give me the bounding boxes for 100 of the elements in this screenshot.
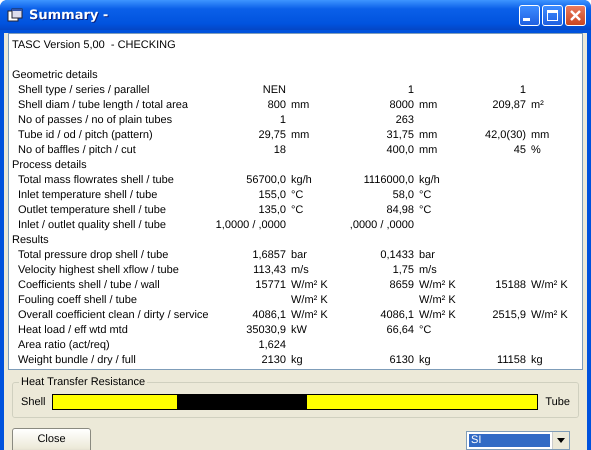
value-text: 1,75	[392, 264, 414, 276]
value-text: 1	[520, 84, 526, 96]
unit-text: °C	[291, 204, 304, 216]
minimize-button[interactable]	[519, 4, 540, 26]
value-text: 263	[396, 114, 414, 126]
value-text: 4086,1	[252, 309, 286, 321]
value-text: 84,98	[386, 204, 414, 216]
value-text: 1	[408, 84, 414, 96]
value-text: 1	[280, 114, 286, 126]
unit-text: mm	[291, 99, 310, 111]
unit-text: mm	[531, 129, 550, 141]
row-label: Total mass flowrates shell / tube	[18, 174, 174, 186]
value-text: 155,0	[258, 189, 286, 201]
value-text: 2130	[262, 354, 286, 366]
unit-text: mm	[419, 99, 438, 111]
shell-label: Shell	[21, 396, 46, 408]
value-text: 8659	[390, 279, 414, 291]
unit-text: mm	[291, 129, 310, 141]
value-text: 8000	[390, 99, 414, 111]
value-text: 15188	[495, 279, 526, 291]
version-text: TASC Version 5,00 - CHECKING	[12, 38, 176, 53]
row-label: Weight bundle / dry / full	[18, 354, 136, 366]
row-label: Shell diam / tube length / total area	[18, 99, 188, 111]
row-label: Total pressure drop shell / tube	[18, 249, 168, 261]
value-text: 29,75	[258, 129, 286, 141]
section-heading: Process details	[12, 158, 87, 173]
maximize-button[interactable]	[542, 4, 563, 26]
unit-text: mm	[419, 144, 438, 156]
row-label: Inlet temperature shell / tube	[18, 189, 158, 201]
row-label: Inlet / outlet quality shell / tube	[18, 219, 166, 231]
units-dropdown[interactable]: SI	[466, 431, 570, 450]
unit-text: kg	[531, 354, 543, 366]
value-text: 6130	[390, 354, 414, 366]
row-label: Coefficients shell / tube / wall	[18, 279, 160, 291]
caret-icon	[557, 438, 565, 443]
value-text: 209,87	[492, 99, 526, 111]
value-text: NEN	[262, 84, 286, 96]
unit-text: kg/h	[419, 174, 440, 186]
row-label: Outlet temperature shell / tube	[18, 204, 166, 216]
value-text: 15771	[255, 279, 286, 291]
value-text: 0,1433	[380, 249, 414, 261]
value-text: 1116000,0	[364, 174, 414, 186]
unit-text: °C	[291, 189, 304, 201]
value-text: ,0000 / ,0000	[350, 219, 414, 231]
row-label: Area ratio (act/req)	[18, 339, 110, 351]
unit-text: mm	[419, 129, 438, 141]
unit-text: W/m² K	[291, 309, 328, 321]
value-text: 66,64	[386, 324, 414, 336]
unit-text: W/m² K	[419, 309, 456, 321]
unit-text: kg	[291, 354, 303, 366]
unit-text: m/s	[419, 264, 437, 276]
value-text: 42,0(30)	[485, 129, 526, 141]
close-dialog-button[interactable]: Close	[12, 428, 91, 450]
unit-text: %	[531, 144, 541, 156]
unit-text: bar	[291, 249, 307, 261]
value-text: 1,624	[258, 339, 286, 351]
row-label: Velocity highest shell xflow / tube	[18, 264, 179, 276]
unit-text: kg/h	[291, 174, 312, 186]
row-label: Heat load / eff wtd mtd	[18, 324, 128, 336]
value-text: 800	[268, 99, 286, 111]
close-icon	[570, 10, 581, 20]
value-text: 135,0	[258, 204, 286, 216]
unit-text: bar	[419, 249, 435, 261]
section-heading: Geometric details	[12, 68, 98, 83]
value-text: 2515,9	[492, 309, 526, 321]
value-text: 4086,1	[380, 309, 414, 321]
unit-text: W/m² K	[419, 279, 456, 291]
tube-label: Tube	[545, 396, 570, 408]
unit-text: W/m² K	[419, 294, 456, 306]
window-title: Summary -	[29, 8, 110, 22]
unit-text: W/m² K	[291, 279, 328, 291]
value-text: 58,0	[392, 189, 414, 201]
row-label: No of baffles / pitch / cut	[18, 144, 136, 156]
value-text: 31,75	[386, 129, 414, 141]
value-text: 1,0000 / ,0000	[216, 219, 286, 231]
unit-text: kg	[419, 354, 431, 366]
value-text: 18	[274, 144, 286, 156]
unit-text: kW	[291, 324, 307, 336]
unit-text: m/s	[291, 264, 309, 276]
value-text: 1,6857	[252, 249, 286, 261]
unit-text: W/m² K	[531, 279, 568, 291]
unit-text: W/m² K	[291, 294, 328, 306]
row-label: Tube id / od / pitch (pattern)	[18, 129, 153, 141]
section-heading: Results	[12, 233, 49, 248]
value-text: 56700,0	[246, 174, 286, 186]
row-label: Fouling coeff shell / tube	[18, 294, 138, 306]
unit-text: m²	[531, 99, 544, 111]
value-text: 400,0	[386, 144, 414, 156]
row-label: Shell type / series / parallel	[18, 84, 150, 96]
row-label: No of passes / no of plain tubes	[18, 114, 172, 126]
value-text: 113,43	[253, 264, 286, 276]
value-text: 35030,9	[246, 324, 286, 336]
app-icon	[7, 8, 23, 22]
value-text: 45	[514, 144, 526, 156]
close-button[interactable]	[565, 4, 586, 26]
value-text: 11158	[497, 354, 526, 366]
unit-text: °C	[419, 204, 432, 216]
maximize-icon	[547, 10, 558, 20]
unit-text: °C	[419, 189, 432, 201]
unit-text: °C	[419, 324, 432, 336]
